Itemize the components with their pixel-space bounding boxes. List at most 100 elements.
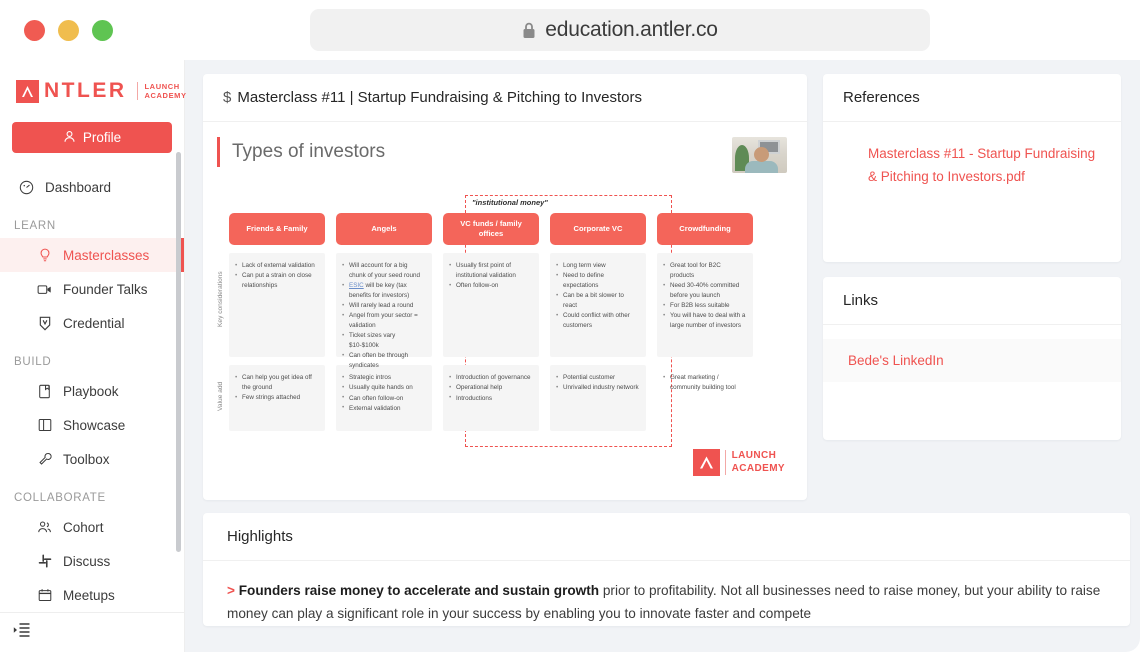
- column-header: Friends & Family: [229, 213, 325, 245]
- collapse-sidebar-icon[interactable]: [13, 622, 31, 643]
- close-window-button[interactable]: [24, 19, 45, 41]
- sidebar-item-label: Discuss: [63, 553, 111, 569]
- sidebar-scrollbar[interactable]: [176, 152, 181, 552]
- lesson-card: $ Masterclass #11 | Startup Fundraising …: [203, 74, 807, 500]
- matrix-column: Crowdfunding Great tool for B2C products…: [657, 213, 753, 431]
- slide-heading: Types of investors: [232, 141, 386, 162]
- profile-button[interactable]: Profile: [12, 122, 172, 153]
- list-item: Need to define expectations: [556, 271, 639, 291]
- lesson-title: Masterclass #11 | Startup Fundraising & …: [237, 89, 642, 106]
- list-item: Can help you get idea off the ground: [235, 373, 318, 393]
- list-item: For B2B less suitable: [663, 301, 746, 311]
- column-header: Crowdfunding: [657, 213, 753, 245]
- links-body: Bede's LinkedIn: [823, 325, 1121, 440]
- list-item: Will account for a big chunk of your see…: [342, 261, 425, 281]
- list-item: External validation: [342, 403, 425, 414]
- antler-logo-word: NTLER: [44, 79, 127, 102]
- key-considerations-cell: Lack of external validation Can put a st…: [229, 253, 325, 357]
- column-header: VC funds / family offices: [443, 213, 539, 245]
- sidebar-item-meetups[interactable]: Meetups: [0, 578, 184, 612]
- sidebar: NTLER LAUNCH ACADEMY Profile Dashboard L…: [0, 60, 186, 652]
- key-considerations-cell: Usually first point of institutional val…: [443, 253, 539, 357]
- sidebar-item-label: Showcase: [63, 417, 126, 433]
- sidebar-item-discuss[interactable]: Discuss: [0, 544, 184, 578]
- list-item: Often follow-on: [449, 281, 532, 291]
- sidebar-item-label: Meetups: [63, 587, 115, 603]
- sidebar-item-masterclasses[interactable]: Masterclasses: [0, 238, 184, 272]
- sidebar-section-build: BUILD: [14, 356, 52, 368]
- user-icon: [63, 130, 76, 146]
- top-row: $ Masterclass #11 | Startup Fundraising …: [203, 74, 1130, 500]
- list-item: Operational help: [449, 383, 532, 393]
- book-icon: [37, 384, 52, 399]
- sidebar-item-founder-talks[interactable]: Founder Talks: [0, 272, 184, 306]
- value-add-cell: Potential customer Unrivalled industry n…: [550, 365, 646, 431]
- dashboard-icon: [19, 180, 34, 195]
- wrench-icon: [37, 452, 52, 467]
- sidebar-nav: Dashboard LEARN Masterclasses Founder Ta…: [0, 170, 184, 612]
- matrix-column: Friends & Family Lack of external valida…: [229, 213, 325, 431]
- calendar-icon: [37, 588, 52, 603]
- side-column: References Masterclass #11 - Startup Fun…: [823, 74, 1121, 440]
- value-add-cell: Great marketing / community building too…: [657, 365, 753, 431]
- sidebar-item-label: Cohort: [63, 519, 104, 535]
- minimize-window-button[interactable]: [58, 19, 79, 41]
- layout-icon: [37, 418, 52, 433]
- esic-link[interactable]: ESIC: [349, 282, 364, 289]
- list-item: Few strings attached: [235, 393, 318, 403]
- list-item: Can be a bit slower to react: [556, 291, 639, 311]
- people-icon: [37, 520, 52, 535]
- address-bar[interactable]: education.antler.co: [310, 9, 930, 51]
- list-item: Unrivalled industry network: [556, 383, 639, 393]
- institutional-money-label: "institutional money": [472, 198, 548, 207]
- sidebar-item-showcase[interactable]: Showcase: [0, 408, 184, 442]
- app-body: NTLER LAUNCH ACADEMY Profile Dashboard L…: [0, 60, 1140, 652]
- window-traffic-lights: [24, 19, 113, 41]
- highlight-marker: >: [227, 583, 235, 598]
- list-item: ESIC will be key (tax benefits for inves…: [342, 281, 425, 301]
- links-panel: Links Bede's LinkedIn: [823, 277, 1121, 440]
- investor-matrix: "institutional money" Key considerations…: [217, 195, 793, 480]
- lightbulb-icon: [37, 248, 52, 263]
- slack-icon: [37, 554, 52, 569]
- slide-heading-wrap: Types of investors: [217, 137, 385, 167]
- slide: Types of investors "institutional money"…: [217, 137, 793, 480]
- sidebar-item-label: Founder Talks: [63, 281, 148, 297]
- matrix-columns: Friends & Family Lack of external valida…: [229, 213, 793, 431]
- maximize-window-button[interactable]: [92, 19, 113, 41]
- sidebar-item-credential[interactable]: Credential: [0, 306, 184, 340]
- value-add-cell: Can help you get idea off the ground Few…: [229, 365, 325, 431]
- list-item: Long term view: [556, 261, 639, 271]
- list-item: Great tool for B2C products: [663, 261, 746, 281]
- links-title: Links: [823, 277, 1121, 325]
- sidebar-item-playbook[interactable]: Playbook: [0, 374, 184, 408]
- list-item: Introduction of governance: [449, 373, 532, 383]
- reference-link[interactable]: Masterclass #11 - Startup Fundraising & …: [843, 142, 1101, 188]
- highlights-title: Highlights: [203, 513, 1130, 561]
- page-title: $ Masterclass #11 | Startup Fundraising …: [203, 74, 807, 122]
- webcam-thumbnail[interactable]: [732, 137, 787, 173]
- list-item: Could conflict with other customers: [556, 311, 639, 331]
- list-item: You will have to deal with a large numbe…: [663, 311, 746, 331]
- main-content: $ Masterclass #11 | Startup Fundraising …: [185, 60, 1140, 652]
- list-item: Lack of external validation: [235, 261, 318, 271]
- thumbnail-torso: [745, 161, 778, 173]
- references-panel: References Masterclass #11 - Startup Fun…: [823, 74, 1121, 262]
- brand-logo[interactable]: NTLER LAUNCH ACADEMY: [0, 60, 186, 108]
- sidebar-item-cohort[interactable]: Cohort: [0, 510, 184, 544]
- slide-viewer[interactable]: Types of investors "institutional money"…: [203, 122, 807, 500]
- link-item[interactable]: Bede's LinkedIn: [823, 339, 1121, 382]
- sidebar-section-learn: LEARN: [14, 220, 56, 232]
- list-item: Ticket sizes vary $10-$100k: [342, 331, 425, 351]
- sidebar-item-dashboard[interactable]: Dashboard: [0, 170, 184, 204]
- sidebar-footer: [0, 612, 184, 652]
- sidebar-item-toolbox[interactable]: Toolbox: [0, 442, 184, 476]
- list-item: Can put a strain on close relationships: [235, 271, 318, 291]
- list-item: Can often follow-on: [342, 393, 425, 404]
- column-header: Corporate VC: [550, 213, 646, 245]
- list-item: Will rarely lead a round: [342, 301, 425, 311]
- value-add-cell: Strategic intros Usually quite hands on …: [336, 365, 432, 431]
- key-considerations-cell: Great tool for B2C products Need 30-40% …: [657, 253, 753, 357]
- list-item: Can often be through syndicates: [342, 351, 425, 371]
- lock-icon: [522, 22, 536, 39]
